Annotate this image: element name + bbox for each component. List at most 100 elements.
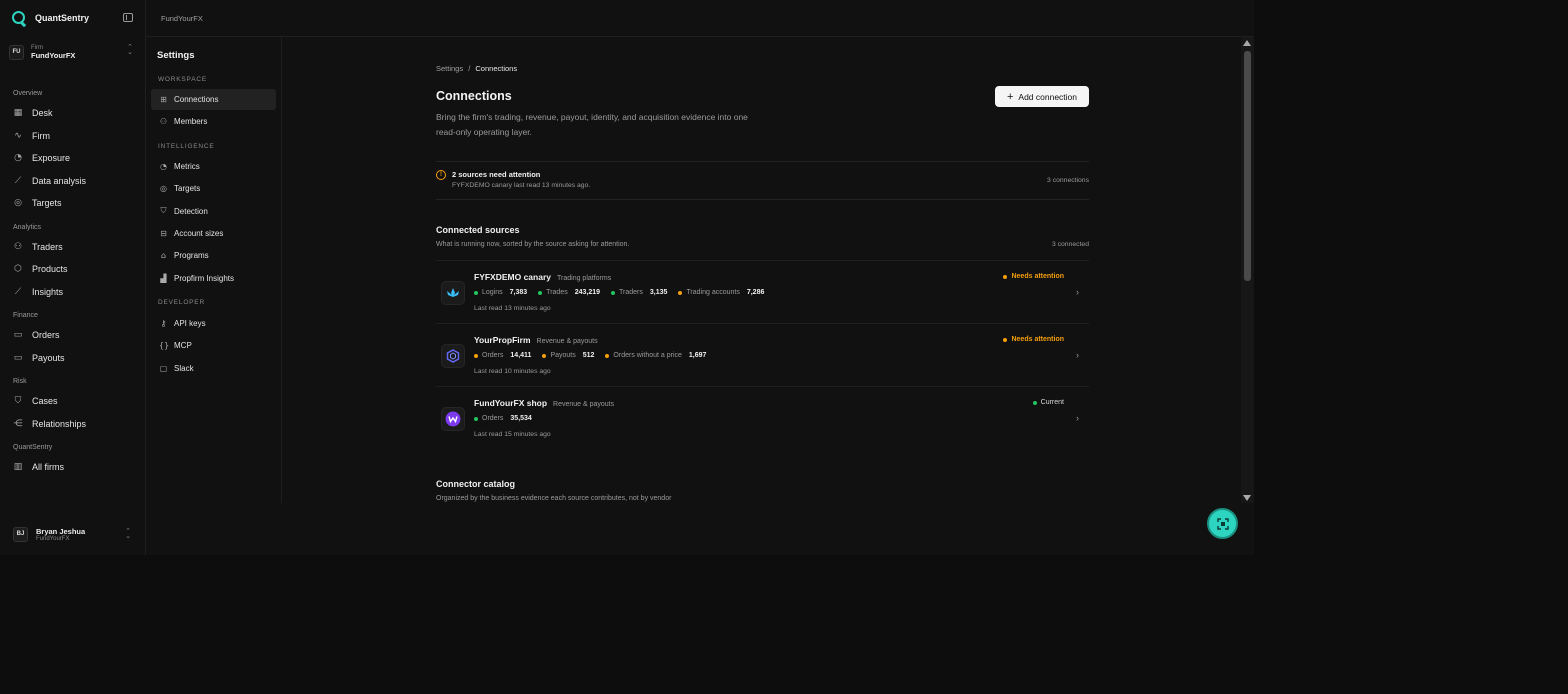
sidebar-item-orders[interactable]: ▭ Orders bbox=[13, 324, 65, 347]
sidebar-item-all-firms[interactable]: ▥ All firms bbox=[13, 456, 64, 479]
connection-row[interactable]: FYFXDEMO canary Trading platforms Logins 7,… bbox=[436, 260, 1089, 323]
settings-item-detection[interactable]: ⛉ Detection bbox=[151, 201, 276, 222]
nav-group-title: QuantSentry bbox=[13, 444, 53, 451]
chart-line-icon: ⟋ bbox=[14, 175, 22, 186]
sidebar-collapse-icon[interactable] bbox=[123, 13, 133, 22]
sidebar-item-cases[interactable]: ⛉ Cases bbox=[13, 390, 86, 413]
user-name: Bryan Jeshua bbox=[36, 526, 86, 536]
settings-item-members[interactable]: ⚇ Members bbox=[151, 111, 276, 132]
bar-chart-icon: ▟ bbox=[160, 273, 167, 283]
metric: Traders 3,135 bbox=[611, 289, 667, 296]
connection-name-wrap: FYFXDEMO canary Trading platforms bbox=[474, 272, 611, 282]
settings-item-account-sizes[interactable]: ⊟ Account sizes bbox=[151, 223, 276, 244]
connection-row[interactable]: YourPropFirm Revenue & payouts Orders 14,41… bbox=[436, 323, 1089, 386]
settings-item-label: Detection bbox=[174, 206, 208, 216]
scan-assistant-button[interactable] bbox=[1207, 508, 1238, 539]
nav-group-title: Finance bbox=[13, 312, 38, 319]
brand[interactable]: QuantSentry bbox=[12, 11, 89, 24]
scrollbar-thumb[interactable] bbox=[1244, 51, 1251, 281]
firm-switcher-text: Firm FundYourFX bbox=[31, 45, 75, 60]
chevrons-updown-icon: ⌃ ⌄ bbox=[125, 528, 131, 540]
status-label: Current bbox=[1040, 399, 1064, 406]
settings-section-title: INTELLIGENCE bbox=[158, 143, 215, 150]
sidebar: QuantSentry FU Firm FundYourFX ⌃ ⌄ Overvi… bbox=[0, 0, 146, 555]
settings-item-slack[interactable]: ▢ Slack bbox=[151, 358, 276, 379]
metric-value: 7,286 bbox=[746, 289, 765, 296]
add-connection-button[interactable]: + Add connection bbox=[995, 86, 1089, 107]
sidebar-item-firm[interactable]: ∿ Firm bbox=[13, 125, 86, 148]
settings-item-api-keys[interactable]: ⚷ API keys bbox=[151, 313, 276, 334]
divider bbox=[436, 199, 1089, 200]
user-menu[interactable]: BJ Bryan Jeshua FundYourFX ⌃ ⌄ bbox=[13, 523, 133, 545]
settings-item-propfirm-insights[interactable]: ▟ Propfirm Insights bbox=[151, 268, 276, 289]
hexagon-icon bbox=[441, 344, 465, 368]
chevron-right-icon[interactable]: › bbox=[1076, 350, 1079, 360]
user-firm: FundYourFX bbox=[36, 535, 70, 542]
connection-category: Trading platforms bbox=[557, 275, 612, 282]
sidebar-item-products[interactable]: ⬡ Products bbox=[13, 258, 67, 281]
metric-value: 512 bbox=[582, 352, 595, 359]
nav-group: QuantSentry ▥ All firms bbox=[13, 444, 64, 479]
status-label: Needs attention bbox=[1011, 336, 1064, 343]
status-dot-icon bbox=[1003, 274, 1008, 279]
connection-name-wrap: YourPropFirm Revenue & payouts bbox=[474, 335, 598, 345]
metric: Trading accounts 7,286 bbox=[678, 289, 764, 296]
settings-item-connections[interactable]: ⊞ Connections bbox=[151, 89, 276, 110]
background bbox=[0, 555, 1568, 694]
sidebar-item-exposure[interactable]: ◔ Exposure bbox=[13, 147, 86, 170]
sidebar-item-label: Insights bbox=[32, 286, 64, 297]
sidebar-item-label: Cases bbox=[32, 396, 58, 407]
breadcrumb-settings[interactable]: Settings bbox=[436, 64, 463, 73]
firm-switcher[interactable]: FU Firm FundYourFX ⌃ ⌄ bbox=[9, 41, 137, 63]
sidebar-item-label: Data analysis bbox=[32, 175, 87, 186]
receipt-icon: ▭ bbox=[13, 330, 23, 341]
status-label: Needs attention bbox=[1011, 273, 1064, 280]
user-text: Bryan Jeshua FundYourFX bbox=[36, 527, 85, 542]
status-dot-icon bbox=[1032, 400, 1037, 405]
connected-sources-subtitle: What is running now, sorted by the sourc… bbox=[436, 241, 630, 248]
settings-item-programs[interactable]: ⌂ Programs bbox=[151, 245, 276, 266]
plus-icon: + bbox=[1006, 90, 1014, 103]
scroll-up-icon[interactable] bbox=[1243, 40, 1251, 46]
sidebar-item-traders[interactable]: ⚇ Traders bbox=[13, 236, 68, 259]
settings-title: Settings bbox=[157, 50, 195, 61]
sidebar-item-label: Exposure bbox=[32, 153, 71, 164]
settings-item-metrics[interactable]: ◔ Metrics bbox=[151, 156, 276, 177]
background bbox=[1254, 0, 1568, 555]
sidebar-item-label: Relationships bbox=[32, 418, 87, 429]
sidebar-item-label: Payouts bbox=[32, 352, 65, 363]
wallet-icon: ▭ bbox=[13, 352, 23, 363]
metric: Payouts 512 bbox=[542, 352, 594, 359]
users-icon: ⚇ bbox=[159, 117, 168, 127]
alert-count: 3 connections bbox=[1047, 177, 1089, 184]
connection-row[interactable]: FundYourFX shop Revenue & payouts Orders 35… bbox=[436, 386, 1089, 449]
metric-label: Payouts bbox=[550, 352, 576, 359]
sidebar-item-payouts[interactable]: ▭ Payouts bbox=[13, 347, 65, 370]
settings-item-label: Account sizes bbox=[174, 228, 224, 238]
scroll-down-icon[interactable] bbox=[1243, 495, 1251, 501]
settings-item-mcp[interactable]: {} MCP bbox=[151, 335, 276, 356]
users-icon: ⚇ bbox=[13, 241, 23, 252]
sidebar-item-desk[interactable]: ▦ Desk bbox=[13, 102, 86, 125]
nav-group: Overview ▦ Desk ∿ Firm ◔ Exposure ⟋ Data analysi… bbox=[13, 90, 86, 215]
settings-item-label: Members bbox=[174, 117, 208, 127]
sidebar-item-targets[interactable]: ◎ Targets bbox=[13, 192, 86, 215]
firm-name: FundYourFX bbox=[31, 50, 76, 60]
metric-value: 35,534 bbox=[510, 415, 532, 422]
sidebar-item-insights[interactable]: ⟋ Insights bbox=[13, 281, 68, 304]
connection-metrics: Orders 14,411 Payouts 512 Orders without a p… bbox=[474, 352, 706, 359]
quantsentry-logo-icon bbox=[12, 11, 25, 24]
brand-name: QuantSentry bbox=[35, 12, 90, 23]
chevron-right-icon[interactable]: › bbox=[1076, 413, 1079, 423]
key-icon: ⚷ bbox=[160, 319, 167, 328]
scrollbar[interactable] bbox=[1241, 37, 1254, 503]
sidebar-item-relationships[interactable]: ⋲ Relationships bbox=[13, 413, 87, 436]
metric-label: Trades bbox=[546, 289, 568, 296]
target-icon: ◎ bbox=[14, 198, 22, 209]
chevron-right-icon[interactable]: › bbox=[1076, 287, 1079, 297]
add-connection-label: Add connection bbox=[1018, 91, 1078, 102]
settings-item-targets[interactable]: ◎ Targets bbox=[151, 178, 276, 199]
sidebar-item-data-analysis[interactable]: ⟋ Data analysis bbox=[13, 170, 86, 193]
nav-group-title: Analytics bbox=[13, 223, 42, 231]
topbar-title: FundYourFX bbox=[161, 14, 203, 23]
